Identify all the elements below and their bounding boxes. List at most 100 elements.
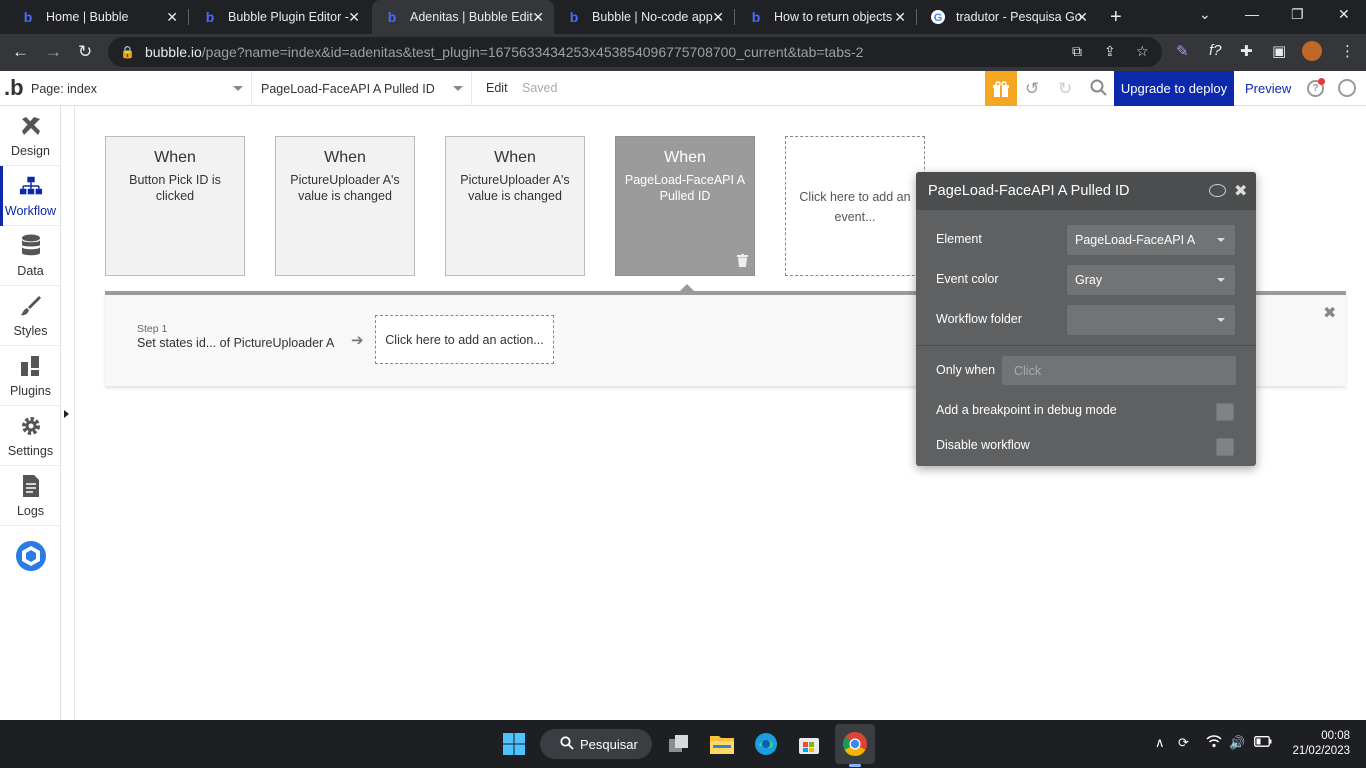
browser-tab-active[interactable]: b Adenitas | Bubble Edit ✕: [372, 0, 554, 34]
close-tab-icon[interactable]: ✕: [1076, 9, 1088, 26]
breakpoint-checkbox[interactable]: [1216, 403, 1234, 421]
workflow-selector[interactable]: PageLoad-FaceAPI A Pulled ID: [252, 71, 472, 106]
bubble-favicon-icon: b: [387, 9, 397, 25]
add-action-placeholder[interactable]: Click here to add an action...: [375, 315, 554, 364]
event-card[interactable]: When Button Pick ID is clicked: [105, 136, 245, 276]
clock-time: 00:08: [1321, 730, 1350, 742]
bubble-favicon-icon: b: [569, 9, 579, 25]
element-dropdown[interactable]: PageLoad-FaceAPI A: [1067, 225, 1235, 255]
sidebar-label: Workflow: [4, 203, 57, 218]
user-account-icon[interactable]: [1338, 79, 1356, 97]
only-when-expression-input[interactable]: Click: [1002, 356, 1236, 385]
close-tab-icon[interactable]: ✕: [894, 9, 906, 26]
restore-icon[interactable]: ❐: [1291, 6, 1304, 23]
windows-start-icon[interactable]: [500, 730, 528, 758]
browser-tab[interactable]: b How to return objects ✕: [736, 0, 916, 34]
trash-icon[interactable]: [737, 254, 748, 270]
search-icon[interactable]: [1090, 79, 1107, 101]
property-editor-header[interactable]: PageLoad-FaceAPI A Pulled ID ✖: [916, 172, 1256, 210]
task-view-icon[interactable]: [665, 730, 693, 758]
battery-icon[interactable]: [1254, 735, 1272, 750]
formula-extension-icon[interactable]: f?: [1209, 42, 1222, 59]
wifi-icon[interactable]: [1206, 735, 1222, 751]
event-color-dropdown[interactable]: Gray: [1067, 265, 1235, 295]
minimize-icon[interactable]: —: [1245, 6, 1259, 22]
taskbar-search[interactable]: Pesquisar: [540, 729, 652, 759]
browser-tab[interactable]: b Home | Bubble ✕: [8, 0, 188, 34]
close-icon[interactable]: ✖: [1323, 303, 1336, 323]
share-icon[interactable]: ⇪: [1104, 43, 1116, 60]
profile-avatar[interactable]: [1302, 41, 1322, 61]
hexagon-logo-icon: [15, 540, 47, 572]
close-tab-icon[interactable]: ✕: [348, 9, 360, 26]
sidebar-label: Design: [11, 143, 50, 158]
sidebar-item-plugins[interactable]: Plugins: [0, 346, 61, 406]
sidebar-label: Logs: [16, 503, 45, 518]
sidebar-item-workflow[interactable]: Workflow: [0, 166, 61, 226]
browser-tab[interactable]: b Bubble Plugin Editor - ✕: [190, 0, 370, 34]
preview-button[interactable]: Preview: [1245, 81, 1291, 96]
bubble-topbar: .b Page: index PageLoad-FaceAPI A Pulled…: [0, 71, 1366, 106]
event-description: PageLoad-FaceAPI A Pulled ID: [624, 173, 746, 203]
sidebar-item-design[interactable]: Design: [0, 106, 61, 166]
reload-icon[interactable]: ↻: [78, 42, 92, 62]
address-bar[interactable]: 🔒 bubble.io/page?name=index&id=adenitas&…: [108, 37, 1162, 67]
bubble-logo[interactable]: .b: [4, 75, 24, 101]
arrow-right-icon: ➔: [351, 332, 364, 349]
speaker-icon[interactable]: 🔊: [1229, 735, 1245, 751]
gift-icon[interactable]: [985, 71, 1017, 106]
edit-menu[interactable]: Edit: [486, 81, 508, 95]
close-tab-icon[interactable]: ✕: [532, 9, 544, 26]
sync-icon[interactable]: ⟳: [1178, 735, 1189, 751]
forward-icon[interactable]: →: [45, 42, 62, 62]
bookmark-star-icon[interactable]: ☆: [1136, 43, 1149, 60]
redo-icon[interactable]: ↻: [1058, 79, 1072, 99]
add-event-placeholder[interactable]: Click here to add an event...: [785, 136, 925, 276]
page-selector[interactable]: Page: index: [24, 71, 252, 106]
element-value: PageLoad-FaceAPI A: [1075, 233, 1196, 247]
event-description: PictureUploader A's value is changed: [290, 173, 400, 203]
undo-icon[interactable]: ↺: [1025, 79, 1039, 99]
taskbar-clock[interactable]: 00:08 21/02/2023: [1280, 729, 1350, 759]
event-card[interactable]: When PictureUploader A's value is change…: [445, 136, 585, 276]
upgrade-to-deploy-button[interactable]: Upgrade to deploy: [1114, 71, 1234, 106]
chrome-browser-icon[interactable]: [841, 730, 869, 758]
expand-arrow-icon[interactable]: [64, 410, 69, 418]
event-card-selected[interactable]: When PageLoad-FaceAPI A Pulled ID: [615, 136, 755, 276]
disable-workflow-checkbox[interactable]: [1216, 438, 1234, 456]
browser-tab[interactable]: b Bubble | No-code app ✕: [554, 0, 734, 34]
close-window-icon[interactable]: ✕: [1338, 6, 1350, 23]
edge-browser-icon[interactable]: [752, 730, 780, 758]
chrome-menu-icon[interactable]: ⋮: [1340, 42, 1355, 60]
sidebar-item-app-logo[interactable]: [0, 526, 61, 586]
translate-icon[interactable]: ⧉: [1072, 43, 1082, 60]
extension-icon[interactable]: ✎: [1176, 42, 1189, 60]
workflow-folder-dropdown[interactable]: [1067, 305, 1235, 335]
browser-toolbar: ← → ↻ 🔒 bubble.io/page?name=index&id=ade…: [0, 34, 1366, 71]
lock-icon: 🔒: [120, 45, 135, 59]
microsoft-store-icon[interactable]: [795, 730, 823, 758]
google-favicon-icon: G: [930, 9, 946, 25]
comment-icon[interactable]: [1209, 184, 1226, 197]
event-card[interactable]: When PictureUploader A's value is change…: [275, 136, 415, 276]
database-icon: [19, 234, 43, 258]
sidebar-item-data[interactable]: Data: [0, 226, 61, 286]
sidebar-item-settings[interactable]: Settings: [0, 406, 61, 466]
extensions-puzzle-icon[interactable]: ✚: [1240, 42, 1253, 60]
close-icon[interactable]: ✖: [1234, 181, 1247, 201]
back-icon[interactable]: ←: [12, 42, 29, 62]
only-when-placeholder: Click: [1014, 363, 1042, 378]
browser-tab[interactable]: G tradutor - Pesquisa Go ✕: [918, 0, 1098, 34]
element-label: Element: [936, 232, 982, 246]
close-tab-icon[interactable]: ✕: [166, 9, 178, 26]
sidebar-item-logs[interactable]: Logs: [0, 466, 61, 526]
step-action-text[interactable]: Set states id... of PictureUploader A: [137, 336, 334, 350]
file-explorer-icon[interactable]: [708, 730, 736, 758]
sidebar-item-styles[interactable]: Styles: [0, 286, 61, 346]
close-tab-icon[interactable]: ✕: [712, 9, 724, 26]
side-panel-icon[interactable]: ▣: [1272, 42, 1286, 60]
workflow-folder-label: Workflow folder: [936, 312, 1022, 326]
new-tab-icon[interactable]: +: [1110, 6, 1122, 29]
tab-search-chevron-icon[interactable]: ⌄: [1199, 6, 1211, 23]
tray-chevron-up-icon[interactable]: ∧: [1155, 735, 1165, 751]
